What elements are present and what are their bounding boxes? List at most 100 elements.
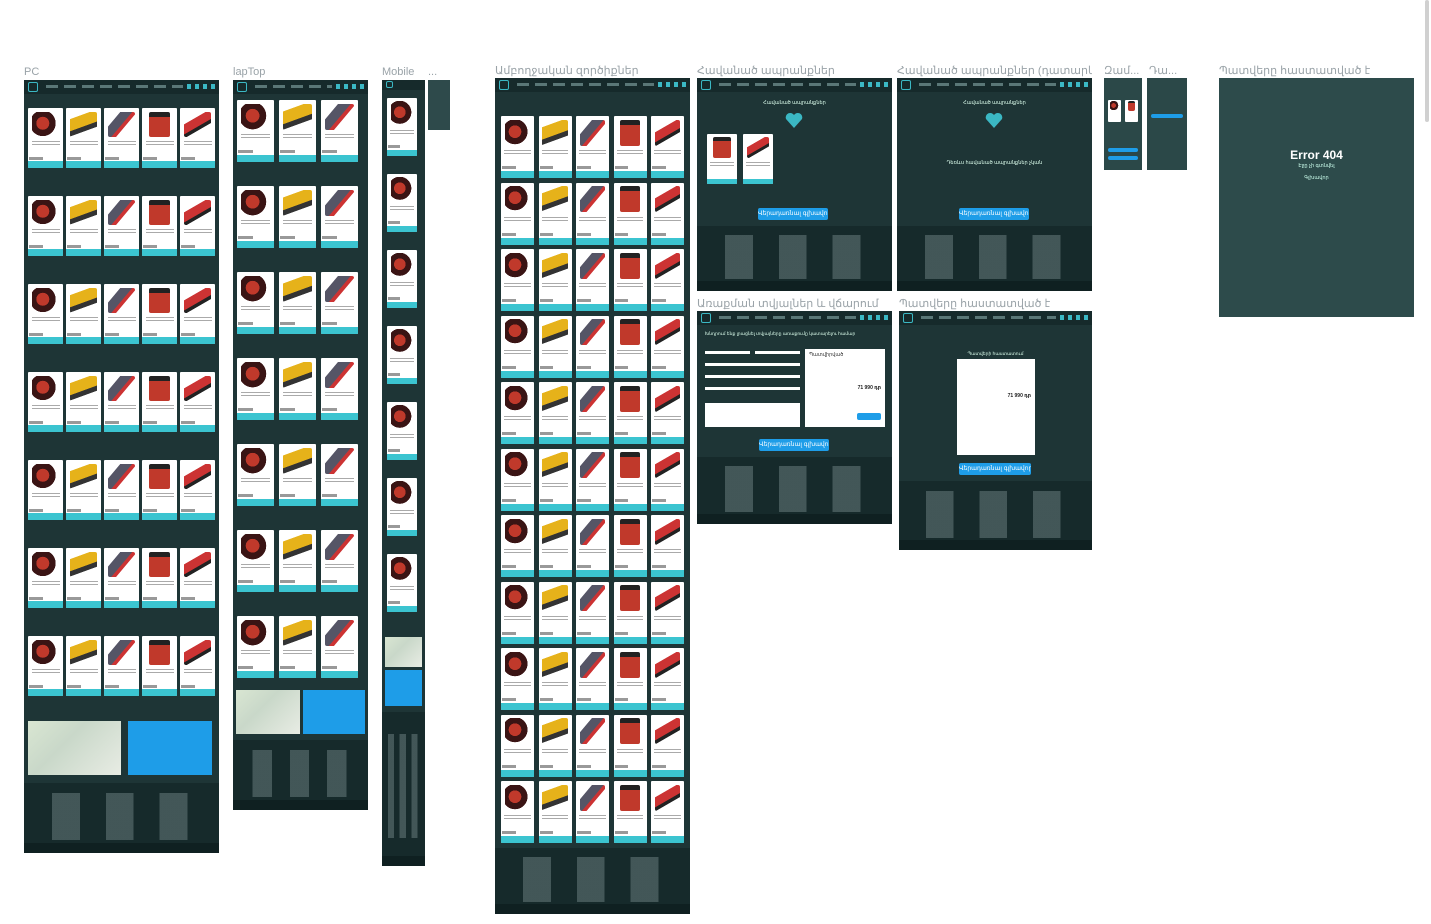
product-card[interactable] [237,358,274,420]
add-to-cart-button[interactable] [651,570,684,577]
add-to-cart-button[interactable] [237,327,274,334]
add-to-cart-button[interactable] [538,370,572,378]
add-to-cart-button[interactable] [613,304,647,311]
product-card[interactable] [180,108,215,168]
product-card[interactable] [142,196,177,256]
add-to-cart-button[interactable] [142,337,177,344]
product-card[interactable] [651,581,684,644]
product-card[interactable] [279,186,316,248]
add-to-cart-button[interactable] [576,503,609,511]
product-card[interactable] [279,530,316,592]
add-to-cart-button[interactable] [613,171,647,178]
small-button[interactable] [1108,148,1138,152]
product-card[interactable] [538,182,572,245]
add-to-cart-button[interactable] [613,437,647,444]
back-home-button[interactable]: Վերադառնալ գլխավոր էջ [759,439,829,451]
add-to-cart-button[interactable] [142,689,177,696]
frame-label-small1[interactable]: Զամ... [1104,64,1144,77]
add-to-cart-button[interactable] [28,513,63,520]
phone-field[interactable] [705,363,800,366]
add-to-cart-button[interactable] [501,769,534,777]
product-card[interactable] [576,781,609,843]
frame-label-checkout[interactable]: Առաքման տվյալներ և վճարում [697,297,892,310]
frame-label-mobile-more[interactable]: ... [428,66,437,78]
add-to-cart-button[interactable] [28,689,63,696]
product-card[interactable] [66,284,101,344]
product-card[interactable] [321,272,358,334]
small-card[interactable] [1108,100,1121,122]
add-to-cart-button[interactable] [237,671,274,678]
product-card[interactable] [576,581,609,644]
add-to-cart-button[interactable] [651,370,684,378]
add-to-cart-button[interactable] [321,413,358,420]
product-card[interactable] [104,108,139,168]
product-card[interactable] [180,460,215,520]
add-to-cart-button[interactable] [651,836,684,843]
add-to-cart-button[interactable] [538,171,572,178]
product-card[interactable] [538,515,572,577]
product-card[interactable] [321,358,358,420]
product-card[interactable] [180,548,215,608]
product-card[interactable] [613,249,647,311]
add-to-cart-button[interactable] [321,499,358,506]
add-to-cart-button[interactable] [538,570,572,577]
add-to-cart-button[interactable] [180,337,215,344]
product-card[interactable] [651,714,684,777]
product-card[interactable] [576,249,609,311]
add-to-cart-button[interactable] [538,503,572,511]
add-to-cart-button[interactable] [321,327,358,334]
add-to-cart-button[interactable] [651,769,684,777]
product-card[interactable] [501,249,534,311]
add-to-cart-button[interactable] [613,836,647,843]
add-to-cart-button[interactable] [180,249,215,256]
comment-field[interactable] [705,403,800,427]
checkout-frame[interactable]: Խնդրում ենք լրացնել տվյալները առաքումը կ… [697,311,892,524]
add-to-cart-button[interactable] [576,570,609,577]
all-products-frame[interactable] [495,78,690,914]
product-card[interactable] [28,372,63,432]
add-to-cart-button[interactable] [142,425,177,432]
add-to-cart-button[interactable] [387,453,417,460]
add-to-cart-button[interactable] [142,161,177,168]
product-card[interactable] [501,648,534,710]
frame-label-mobile[interactable]: Mobile [382,66,414,78]
map[interactable] [28,721,121,775]
product-card[interactable] [387,554,417,612]
add-to-cart-button[interactable] [279,585,316,592]
add-to-cart-button[interactable] [538,769,572,777]
map[interactable] [236,690,300,734]
add-to-cart-button[interactable] [651,437,684,444]
product-card[interactable] [576,714,609,777]
product-card[interactable] [66,636,101,696]
add-to-cart-button[interactable] [66,161,101,168]
small-card[interactable] [1125,100,1138,122]
product-card[interactable] [613,182,647,245]
add-to-cart-button[interactable] [538,636,572,644]
add-to-cart-button[interactable] [142,249,177,256]
add-to-cart-button[interactable] [66,513,101,520]
add-to-cart-button[interactable] [576,171,609,178]
add-to-cart-button[interactable] [576,703,609,710]
add-to-cart-button[interactable] [576,237,609,245]
product-card[interactable] [538,648,572,710]
add-to-cart-button[interactable] [387,225,417,232]
product-card[interactable] [66,108,101,168]
add-to-cart-button[interactable] [28,601,63,608]
add-to-cart-button[interactable] [104,249,139,256]
product-card[interactable] [142,548,177,608]
add-to-cart-button[interactable] [237,585,274,592]
add-to-cart-button[interactable] [142,601,177,608]
product-card[interactable] [321,530,358,592]
back-home-button[interactable]: Վերադառնալ գլխավոր էջ [959,463,1031,475]
product-card[interactable] [501,515,534,577]
product-card[interactable] [279,616,316,678]
product-card[interactable] [180,196,215,256]
add-to-cart-button[interactable] [387,529,417,536]
product-card[interactable] [142,636,177,696]
product-card[interactable] [651,781,684,843]
add-to-cart-button[interactable] [279,327,316,334]
add-to-cart-button[interactable] [321,155,358,162]
add-to-cart-button[interactable] [613,636,647,644]
add-to-cart-button[interactable] [613,703,647,710]
mobile-menu-frame[interactable] [428,80,450,130]
